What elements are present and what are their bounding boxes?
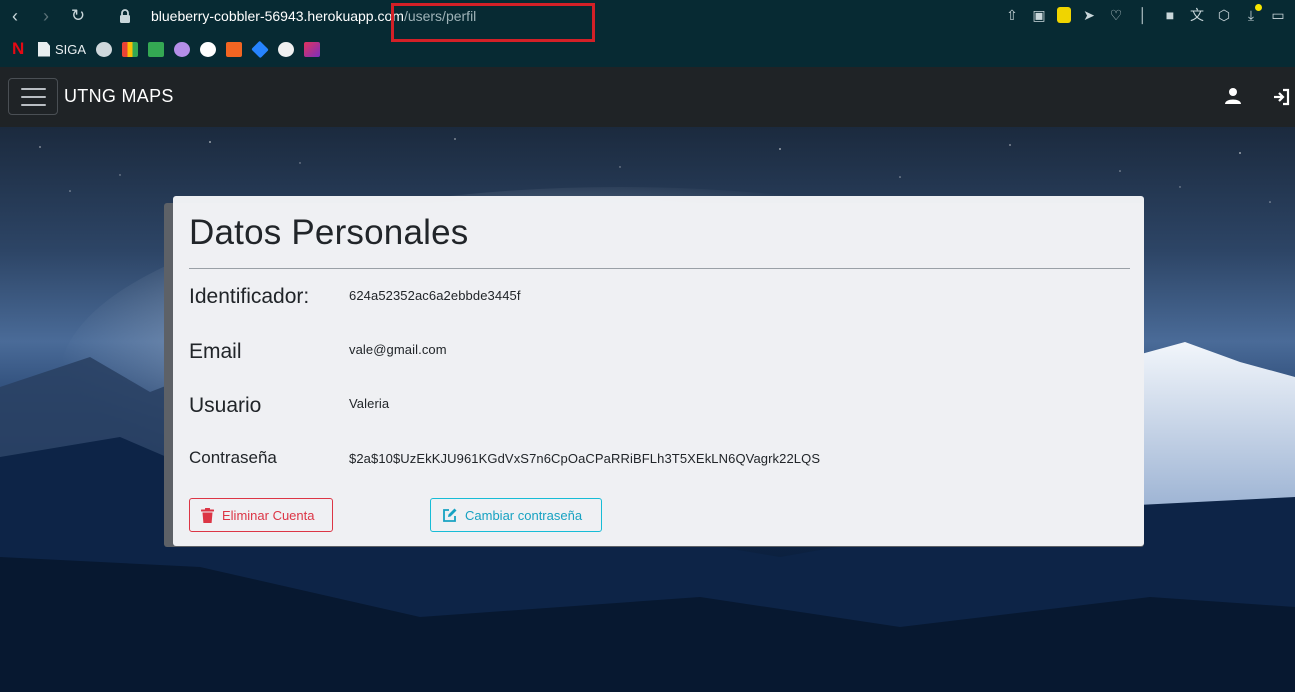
- username-label: Usuario: [189, 394, 262, 417]
- bookmark-netflix[interactable]: N: [12, 39, 28, 58]
- password-label: Contraseña: [189, 448, 277, 467]
- url-highlight-box: [391, 3, 595, 42]
- bookmark-app-icon[interactable]: [174, 41, 191, 57]
- hamburger-line: [20, 103, 46, 106]
- bookmark-gmail-icon[interactable]: [122, 41, 139, 57]
- page-title: Datos Personales: [189, 213, 469, 252]
- id-label: Identificador:: [189, 285, 310, 308]
- bookmark-globe-icon[interactable]: [96, 41, 113, 57]
- url-host: blueberry-cobbler-56943.herokuapp.com: [151, 8, 404, 24]
- bookmark-siga[interactable]: SIGA: [38, 40, 86, 58]
- brand-title[interactable]: UTNG MAPS: [64, 86, 174, 107]
- cube-icon[interactable]: ⬡: [1215, 6, 1233, 24]
- password-value: $2a$10$UzEkKJU961KGdVxS7n6CpOaCPaRRiBFLh…: [349, 451, 821, 466]
- email-value: vale@gmail.com: [349, 342, 447, 357]
- bookmark-github-icon[interactable]: [278, 41, 295, 57]
- id-value: 624a52352ac6a2ebbde3445f: [349, 288, 521, 303]
- login-icon[interactable]: [1272, 88, 1290, 106]
- bookmark-jira-icon[interactable]: [251, 40, 269, 58]
- delete-account-label: Eliminar Cuenta: [222, 507, 315, 523]
- extension-icons: ⇧ ▣ ➤ ♡ │ ■ 文 ⬡ ⤓ ▭: [1003, 4, 1287, 24]
- email-label: Email: [189, 340, 242, 363]
- document-icon: [38, 41, 50, 57]
- browser-toolbar: ‹ › ↻ blueberry-cobbler-56943.herokuapp.…: [0, 0, 1295, 67]
- bookmark-s-icon[interactable]: [200, 41, 217, 57]
- menu-divider-icon: │: [1138, 7, 1148, 23]
- edit-icon: [443, 508, 457, 522]
- camera-icon[interactable]: ▣: [1030, 6, 1048, 24]
- bookmark-meet-icon[interactable]: [148, 41, 165, 57]
- delete-account-button[interactable]: Eliminar Cuenta: [189, 498, 333, 532]
- bookmark-gradient-icon[interactable]: [304, 41, 321, 57]
- username-value: Valeria: [349, 396, 390, 411]
- back-icon[interactable]: ‹: [5, 6, 25, 26]
- hamburger-line: [20, 95, 46, 98]
- battery-icon[interactable]: ▭: [1269, 6, 1287, 24]
- app-navbar: UTNG MAPS: [0, 67, 1295, 127]
- profile-card: Datos Personales Identificador: 624a5235…: [173, 196, 1144, 546]
- bookmark-code-icon[interactable]: [226, 41, 243, 57]
- title-divider: [189, 268, 1130, 269]
- bookmark-siga-label: SIGA: [55, 41, 87, 57]
- lock-icon: [120, 9, 130, 23]
- extension-puzzle-icon[interactable]: ■: [1161, 6, 1179, 24]
- menu-toggle-button[interactable]: [8, 78, 58, 115]
- translate-icon[interactable]: 文: [1188, 6, 1206, 24]
- send-icon[interactable]: ➤: [1080, 6, 1098, 24]
- change-password-label: Cambiar contraseña: [465, 507, 583, 523]
- reload-icon[interactable]: ↻: [68, 6, 88, 26]
- bookmarks-bar: N SIGA: [0, 36, 321, 62]
- address-bar-row: ‹ › ↻ blueberry-cobbler-56943.herokuapp.…: [0, 0, 1295, 42]
- heart-icon[interactable]: ♡: [1107, 6, 1125, 24]
- shield-extension-icon[interactable]: [1057, 7, 1071, 23]
- forward-icon[interactable]: ›: [36, 6, 56, 26]
- download-icon[interactable]: ⤓: [1242, 4, 1262, 24]
- trash-icon: [201, 507, 214, 523]
- change-password-button[interactable]: Cambiar contraseña: [430, 498, 602, 532]
- share-icon[interactable]: ⇧: [1003, 6, 1021, 24]
- hamburger-line: [20, 87, 46, 90]
- user-icon[interactable]: [1224, 87, 1242, 105]
